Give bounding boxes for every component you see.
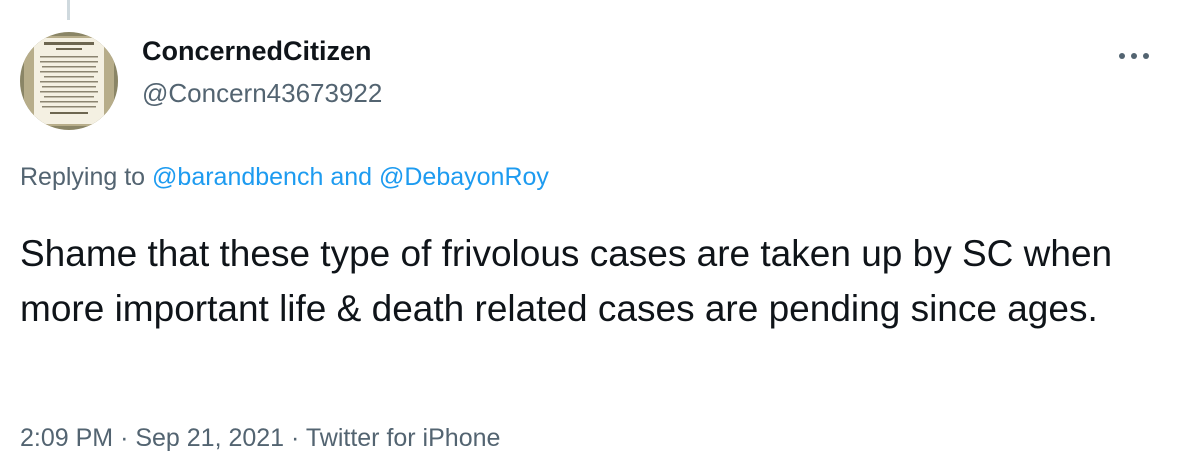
replying-to-line: Replying to @barandbench and @DebayonRoy — [20, 163, 549, 192]
avatar[interactable] — [20, 32, 118, 130]
tweet-source[interactable]: Twitter for iPhone — [306, 424, 501, 452]
user-handle[interactable]: @Concern43673922 — [142, 78, 382, 109]
thread-connector-line — [67, 0, 70, 20]
mention-link-barandbench[interactable]: @barandbench and @DebayonRoy — [152, 163, 549, 191]
user-display-name[interactable]: ConcernedCitizen — [142, 36, 372, 67]
tweet-date[interactable]: Sep 21, 2021 — [135, 424, 284, 452]
replying-to-label: Replying to — [20, 163, 146, 191]
constitution-preamble-image — [20, 32, 118, 130]
meta-separator: · — [120, 424, 129, 452]
more-horizontal-icon[interactable] — [1112, 38, 1156, 74]
tweet-text: Shame that these type of frivolous cases… — [20, 233, 1113, 329]
tweet-metadata: 2:09 PM · Sep 21, 2021 · Twitter for iPh… — [20, 424, 500, 453]
tweet-time[interactable]: 2:09 PM — [20, 424, 113, 452]
meta-separator: · — [291, 424, 300, 452]
